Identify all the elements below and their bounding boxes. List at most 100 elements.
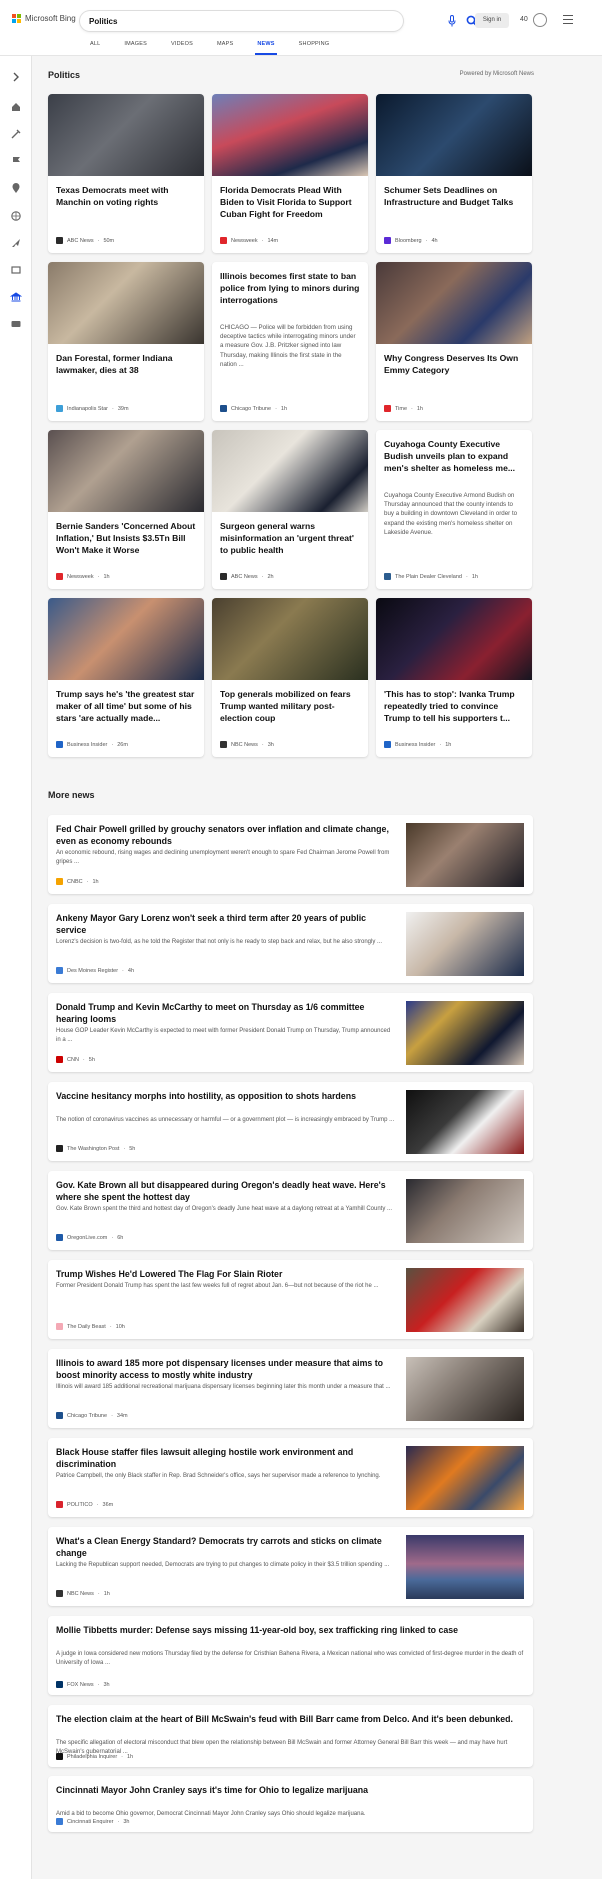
news-card-image[interactable] <box>48 430 204 512</box>
news-row-source[interactable]: The Daily Beast · 10h <box>56 1323 125 1330</box>
news-card-image[interactable] <box>48 262 204 344</box>
news-row[interactable]: Mollie Tibbetts murder: Defense says mis… <box>48 1616 533 1695</box>
news-card-image[interactable] <box>376 94 532 176</box>
news-card-source[interactable]: Newsweek · 14m <box>220 237 278 244</box>
home-icon[interactable] <box>10 100 22 112</box>
news-card[interactable]: Florida Democrats Plead With Biden to Vi… <box>212 94 368 253</box>
news-card-image[interactable] <box>48 94 204 176</box>
news-card[interactable]: Surgeon general warns misinformation an … <box>212 430 368 589</box>
menu-icon[interactable] <box>563 15 573 24</box>
news-card-source[interactable]: ABC News · 2h <box>220 573 274 580</box>
news-row[interactable]: The election claim at the heart of Bill … <box>48 1705 533 1767</box>
news-row-title[interactable]: The election claim at the heart of Bill … <box>56 1713 524 1725</box>
news-card-source[interactable]: Business Insider · 1h <box>384 741 451 748</box>
card-icon[interactable] <box>10 317 22 329</box>
news-row-source[interactable]: Philadelphia Inquirer · 1h <box>56 1753 133 1760</box>
news-card-title[interactable]: Top generals mobilized on fears Trump wa… <box>220 688 360 724</box>
news-card[interactable]: Texas Democrats meet with Manchin on vot… <box>48 94 204 253</box>
news-row-source[interactable]: The Washington Post · 5h <box>56 1145 135 1152</box>
news-row-source[interactable]: OregonLive.com · 6h <box>56 1234 123 1241</box>
news-card-title[interactable]: Surgeon general warns misinformation an … <box>220 520 360 556</box>
expand-icon[interactable] <box>10 70 22 82</box>
flag-icon[interactable] <box>10 154 22 166</box>
news-row-source[interactable]: FOX News · 3h <box>56 1681 110 1688</box>
search-input[interactable] <box>89 14 349 28</box>
news-row-title[interactable]: Trump Wishes He'd Lowered The Flag For S… <box>56 1268 396 1280</box>
news-card[interactable]: Cuyahoga County Executive Budish unveils… <box>376 430 532 589</box>
news-card[interactable]: 'This has to stop': Ivanka Trump repeate… <box>376 598 532 757</box>
news-row[interactable]: Trump Wishes He'd Lowered The Flag For S… <box>48 1260 533 1339</box>
news-card[interactable]: Trump says he's 'the greatest star maker… <box>48 598 204 757</box>
news-card[interactable]: Top generals mobilized on fears Trump wa… <box>212 598 368 757</box>
news-card-title[interactable]: Texas Democrats meet with Manchin on vot… <box>56 184 196 208</box>
news-row[interactable]: Fed Chair Powell grilled by grouchy sena… <box>48 815 533 894</box>
news-card[interactable]: Schumer Sets Deadlines on Infrastructure… <box>376 94 532 253</box>
news-card-source[interactable]: Chicago Tribune · 1h <box>220 405 287 412</box>
news-row-title[interactable]: Ankeny Mayor Gary Lorenz won't seek a th… <box>56 912 396 936</box>
tv-icon[interactable] <box>10 263 22 275</box>
news-row-source[interactable]: CNN · 5h <box>56 1056 95 1063</box>
news-card-title[interactable]: Schumer Sets Deadlines on Infrastructure… <box>384 184 524 208</box>
tab-news[interactable]: NEWS <box>255 41 278 55</box>
news-row-title[interactable]: Mollie Tibbetts murder: Defense says mis… <box>56 1624 524 1636</box>
news-row[interactable]: Illinois to award 185 more pot dispensar… <box>48 1349 533 1428</box>
news-card-image[interactable] <box>212 598 368 680</box>
news-row-title[interactable]: Black House staffer files lawsuit allegi… <box>56 1446 396 1470</box>
news-row-title[interactable]: Fed Chair Powell grilled by grouchy sena… <box>56 823 396 847</box>
microphone-icon[interactable] <box>448 15 456 27</box>
news-card-source[interactable]: Time · 1h <box>384 405 423 412</box>
news-row[interactable]: Donald Trump and Kevin McCarthy to meet … <box>48 993 533 1072</box>
plane-icon[interactable] <box>10 236 22 248</box>
news-card-title[interactable]: Why Congress Deserves Its Own Emmy Categ… <box>384 352 524 376</box>
news-row[interactable]: Black House staffer files lawsuit allegi… <box>48 1438 533 1517</box>
news-card-title[interactable]: Trump says he's 'the greatest star maker… <box>56 688 196 724</box>
news-card-source[interactable]: The Plain Dealer Cleveland · 1h <box>384 573 478 580</box>
rewards-points[interactable]: 40 <box>520 16 528 23</box>
tab-images[interactable]: IMAGES <box>124 41 147 55</box>
news-card[interactable]: Bernie Sanders 'Concerned About Inflatio… <box>48 430 204 589</box>
tab-videos[interactable]: VIDEOS <box>171 41 193 55</box>
news-row-thumbnail[interactable] <box>406 823 524 887</box>
news-row[interactable]: Cincinnati Mayor John Cranley says it's … <box>48 1776 533 1832</box>
news-row[interactable]: Vaccine hesitancy morphs into hostility,… <box>48 1082 533 1161</box>
news-row-thumbnail[interactable] <box>406 912 524 976</box>
news-card-image[interactable] <box>376 262 532 344</box>
news-card-source[interactable]: ABC News · 50m <box>56 237 114 244</box>
bank-icon[interactable] <box>9 290 23 302</box>
news-row-source[interactable]: Cincinnati Enquirer · 3h <box>56 1818 129 1825</box>
news-row-thumbnail[interactable] <box>406 1090 524 1154</box>
tab-shopping[interactable]: SHOPPING <box>299 41 330 55</box>
tools-icon[interactable] <box>10 127 22 139</box>
news-row-title[interactable]: What's a Clean Energy Standard? Democrat… <box>56 1535 396 1559</box>
news-card-source[interactable]: Business Insider · 26m <box>56 741 128 748</box>
news-row-thumbnail[interactable] <box>406 1535 524 1599</box>
news-card[interactable]: Dan Forestal, former Indiana lawmaker, d… <box>48 262 204 421</box>
news-row-source[interactable]: CNBC · 1h <box>56 878 99 885</box>
news-row-title[interactable]: Vaccine hesitancy morphs into hostility,… <box>56 1090 396 1102</box>
news-row-thumbnail[interactable] <box>406 1446 524 1510</box>
news-card-image[interactable] <box>48 598 204 680</box>
news-row-thumbnail[interactable] <box>406 1179 524 1243</box>
rewards-medal-icon[interactable] <box>533 13 547 27</box>
news-card-title[interactable]: Florida Democrats Plead With Biden to Vi… <box>220 184 360 220</box>
news-card-source[interactable]: NBC News · 3h <box>220 741 274 748</box>
news-card-title[interactable]: Bernie Sanders 'Concerned About Inflatio… <box>56 520 196 556</box>
globe-icon[interactable] <box>10 209 22 221</box>
news-row[interactable]: What's a Clean Energy Standard? Democrat… <box>48 1527 533 1606</box>
news-card-title[interactable]: 'This has to stop': Ivanka Trump repeate… <box>384 688 524 724</box>
news-card-title[interactable]: Cuyahoga County Executive Budish unveils… <box>384 438 524 474</box>
news-row-title[interactable]: Donald Trump and Kevin McCarthy to meet … <box>56 1001 396 1025</box>
news-row-source[interactable]: Chicago Tribune · 34m <box>56 1412 128 1419</box>
tab-all[interactable]: ALL <box>90 41 100 55</box>
news-card-source[interactable]: Indianapolis Star · 39m <box>56 405 129 412</box>
news-row-source[interactable]: NBC News · 1h <box>56 1590 110 1597</box>
news-row-title[interactable]: Gov. Kate Brown all but disappeared duri… <box>56 1179 396 1203</box>
news-row-source[interactable]: POLITICO · 36m <box>56 1501 113 1508</box>
news-card-title[interactable]: Dan Forestal, former Indiana lawmaker, d… <box>56 352 196 376</box>
news-card-source[interactable]: Newsweek · 1h <box>56 573 110 580</box>
news-card-image[interactable] <box>212 94 368 176</box>
news-row-title[interactable]: Illinois to award 185 more pot dispensar… <box>56 1357 396 1381</box>
news-row[interactable]: Ankeny Mayor Gary Lorenz won't seek a th… <box>48 904 533 983</box>
news-card-image[interactable] <box>212 430 368 512</box>
news-row-thumbnail[interactable] <box>406 1268 524 1332</box>
